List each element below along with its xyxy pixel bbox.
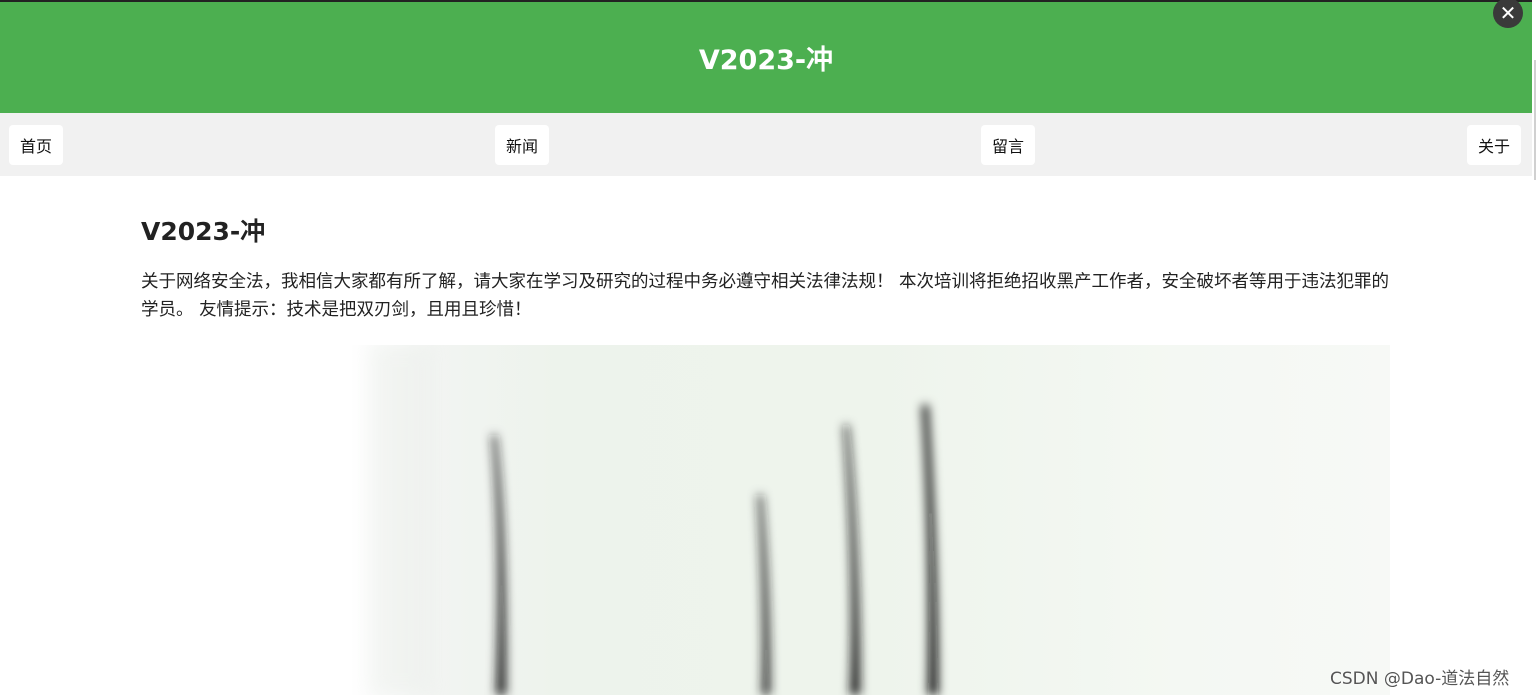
nav-item-news[interactable]: 新闻 bbox=[495, 125, 550, 165]
nav-item-about[interactable]: 关于 bbox=[1467, 125, 1522, 165]
site-header: V2023-冲 bbox=[0, 2, 1532, 113]
blurred-strokes-image bbox=[370, 345, 938, 695]
main-content: V2023-冲 关于网络安全法，我相信大家都有所了解，请大家在学习及研究的过程中… bbox=[141, 210, 1401, 324]
site-title: V2023-冲 bbox=[698, 45, 834, 76]
scrollbar-thumb[interactable] bbox=[1534, 60, 1536, 180]
nav-item-messages[interactable]: 留言 bbox=[981, 125, 1036, 165]
content-paragraph: 关于网络安全法，我相信大家都有所了解，请大家在学习及研究的过程中务必遵守相关法律… bbox=[141, 272, 1390, 320]
navigation-bar: 首页 新闻 留言 关于 bbox=[0, 113, 1532, 176]
watermark-text: CSDN @Dao-道法自然 bbox=[1330, 669, 1510, 689]
scrollbar[interactable] bbox=[1532, 0, 1537, 695]
content-title: V2023-冲 bbox=[141, 217, 266, 246]
content-image bbox=[350, 345, 1390, 695]
nav-item-home[interactable]: 首页 bbox=[9, 125, 64, 165]
